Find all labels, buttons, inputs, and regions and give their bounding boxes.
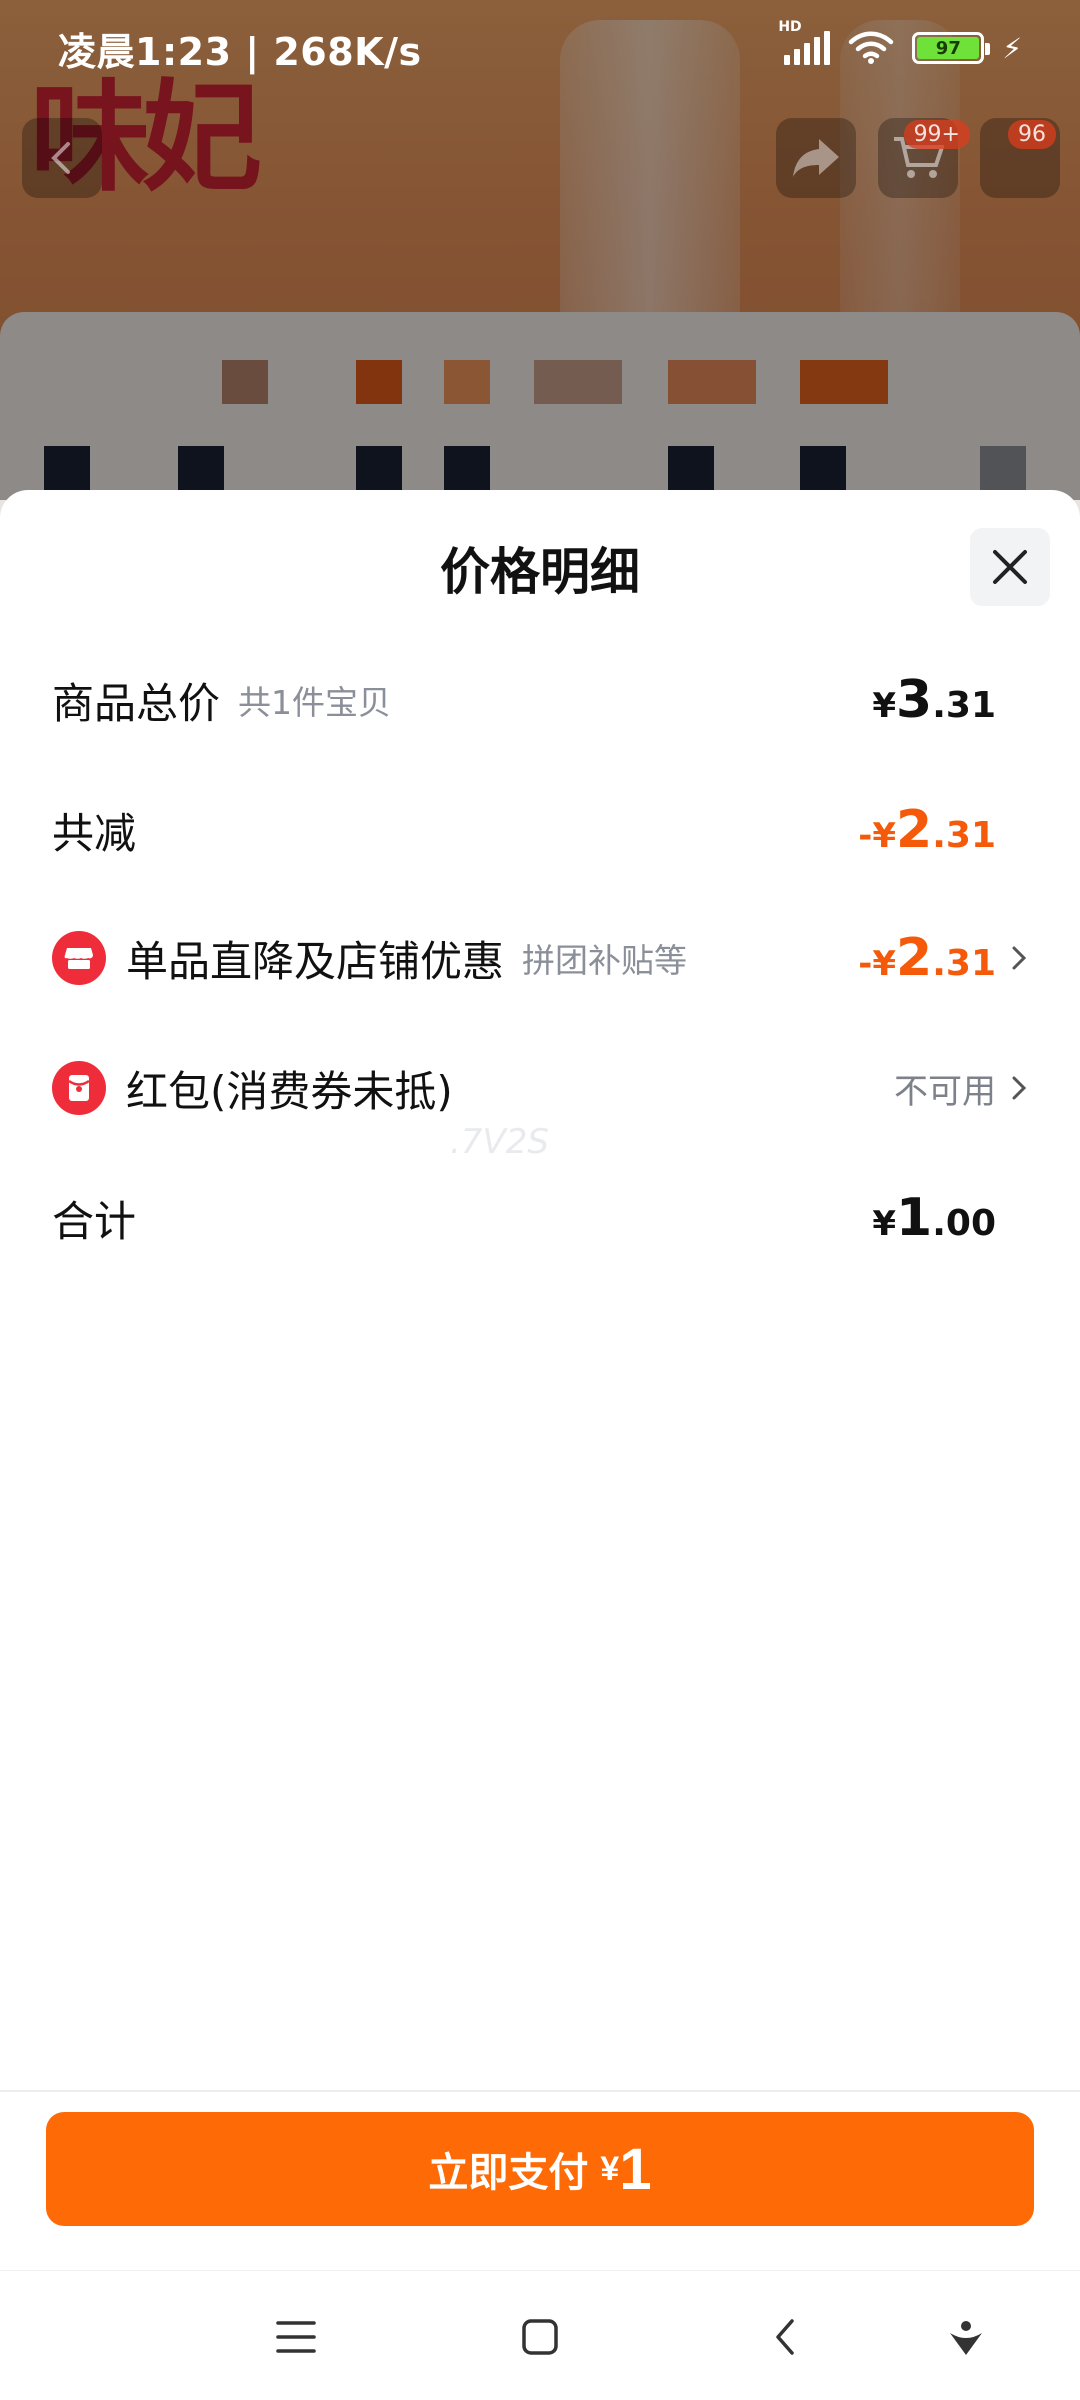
close-button[interactable] — [970, 528, 1050, 606]
recent-apps-button[interactable] — [260, 2301, 332, 2373]
cart-button: 99+ — [878, 118, 970, 198]
cart-count-badge: 99+ — [903, 120, 970, 149]
pay-now-label: 立即支付 — [428, 2151, 589, 2195]
chevron-right-icon — [1010, 944, 1028, 972]
hd-badge: HD — [778, 19, 802, 35]
close-icon — [993, 550, 1027, 584]
red-envelope-icon — [52, 1061, 106, 1115]
shop-discount-sub: 拼团补贴等 — [522, 941, 688, 980]
row-total-discount: 共减 -¥ 2.31 — [52, 790, 1028, 870]
shop-discount-label: 单品直降及店铺优惠 — [126, 936, 505, 986]
sheet-title: 价格明细 — [440, 543, 640, 601]
home-button[interactable] — [504, 2301, 576, 2373]
signal-icon: HD — [778, 19, 831, 65]
red-envelope-label: 红包(消费券未抵) — [126, 1066, 453, 1116]
total-label: 合计 — [52, 1196, 137, 1246]
pay-currency: ¥ — [600, 2149, 620, 2188]
watermark-text: .7V2S — [450, 1122, 549, 1162]
wifi-icon — [849, 31, 894, 64]
row-total: 合计 ¥1.00 — [52, 1178, 1028, 1258]
footer-divider — [0, 2090, 1080, 2092]
charging-icon: ⚡ — [1002, 31, 1022, 65]
total-discount-label: 共减 — [52, 808, 137, 858]
status-time-speed: 凌晨1:23 | 268K/s — [58, 29, 422, 74]
back-nav-button[interactable] — [748, 2301, 820, 2373]
row-red-envelope[interactable]: 红包(消费券未抵) 不可用 — [52, 1048, 1028, 1128]
system-nav-bar — [0, 2270, 1080, 2400]
back-button — [22, 118, 102, 198]
row-subtotal: 商品总价 共1件宝贝 ¥3.31 — [52, 660, 1028, 740]
chevron-left-icon — [51, 142, 70, 174]
pay-now-button[interactable]: 立即支付 ¥ 1 — [46, 2112, 1034, 2226]
battery-level: 97 — [917, 37, 980, 59]
subtotal-label: 商品总价 — [52, 678, 221, 728]
share-button — [776, 118, 856, 198]
battery-icon: 97 — [912, 32, 991, 64]
total-price: ¥1.00 — [872, 1188, 996, 1248]
shop-discount-price: -¥ 2.31 — [858, 928, 996, 988]
chevron-right-icon — [1010, 1074, 1028, 1102]
red-envelope-status: 不可用 — [894, 1071, 996, 1112]
share-icon — [793, 139, 839, 177]
total-discount-price: -¥ 2.31 — [858, 800, 996, 860]
row-shop-discount[interactable]: 单品直降及店铺优惠 拼团补贴等 -¥ 2.31 — [52, 918, 1028, 998]
price-detail-sheet: 价格明细 商品总价 共1件宝贝 ¥3.31 共减 -¥ 2.31 单品直降及店铺… — [0, 490, 1080, 2270]
home-square-icon — [522, 2319, 558, 2355]
pay-amount: 1 — [619, 2136, 652, 2202]
shop-icon — [52, 931, 106, 985]
message-count-badge: 96 — [1008, 120, 1056, 149]
subtotal-price: ¥3.31 — [872, 670, 996, 730]
message-button: 96 — [980, 118, 1060, 198]
assistant-button[interactable] — [930, 2301, 1002, 2373]
item-count: 共1件宝贝 — [238, 683, 392, 722]
menu-icon — [276, 2321, 316, 2353]
back-arrow-icon — [776, 2319, 794, 2355]
status-bar: 凌晨1:23 | 268K/s HD 97 ⚡ — [0, 0, 1080, 96]
assistant-icon — [950, 2321, 982, 2355]
